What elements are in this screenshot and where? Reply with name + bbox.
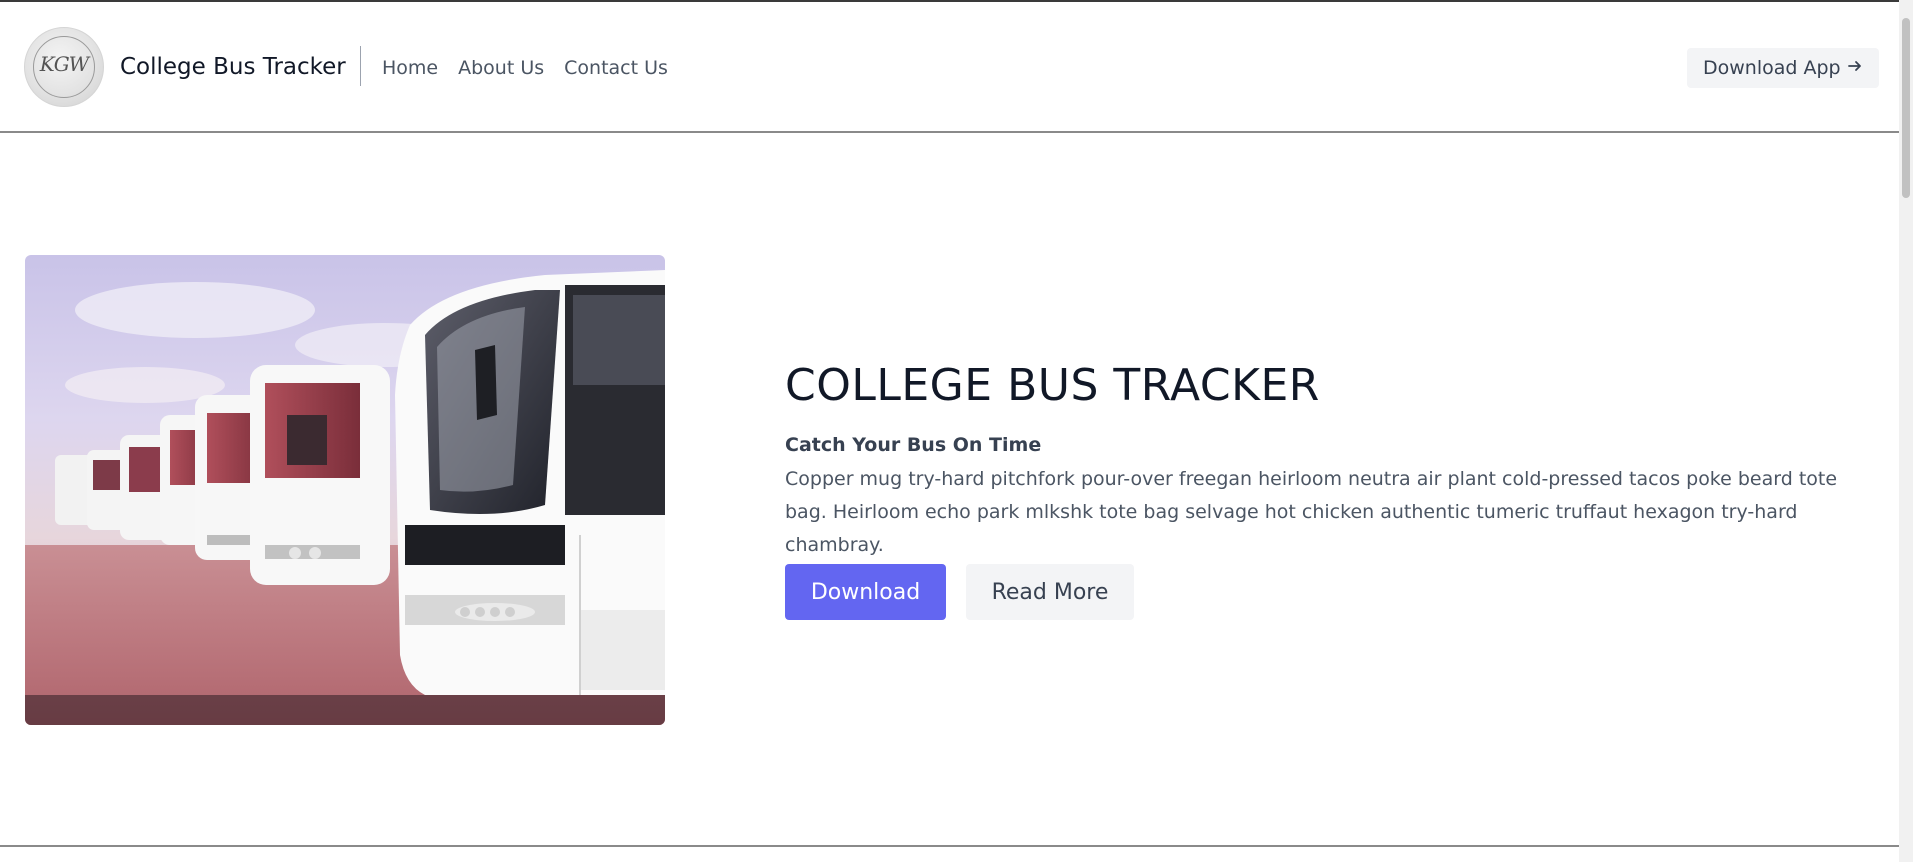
main-nav: Home About Us Contact Us (382, 57, 668, 79)
nav-contact-us[interactable]: Contact Us (564, 57, 668, 79)
site-header: KGW College Bus Tracker Home About Us Co… (0, 2, 1899, 133)
page-scrollbar[interactable] (1899, 0, 1913, 862)
arrow-right-icon (1847, 58, 1863, 78)
hero-subtitle: Catch Your Bus On Time (785, 434, 1042, 456)
brand-name[interactable]: College Bus Tracker (120, 54, 346, 80)
download-app-button[interactable]: Download App (1687, 48, 1879, 88)
section-divider (0, 845, 1899, 847)
hero-bus-image (25, 255, 665, 725)
nav-about-us[interactable]: About Us (458, 57, 544, 79)
hero-title: COLLEGE BUS TRACKER (785, 360, 1320, 411)
logo-text: KGW (39, 52, 89, 76)
hero-description: Copper mug try-hard pitchfork pour-over … (785, 468, 1838, 556)
download-app-label: Download App (1703, 57, 1841, 79)
nav-home[interactable]: Home (382, 57, 438, 79)
logo[interactable]: KGW (24, 27, 104, 107)
scrollbar-thumb[interactable] (1902, 18, 1910, 198)
read-more-button[interactable]: Read More (966, 564, 1134, 620)
brand-divider (360, 46, 361, 86)
download-button[interactable]: Download (785, 564, 946, 620)
